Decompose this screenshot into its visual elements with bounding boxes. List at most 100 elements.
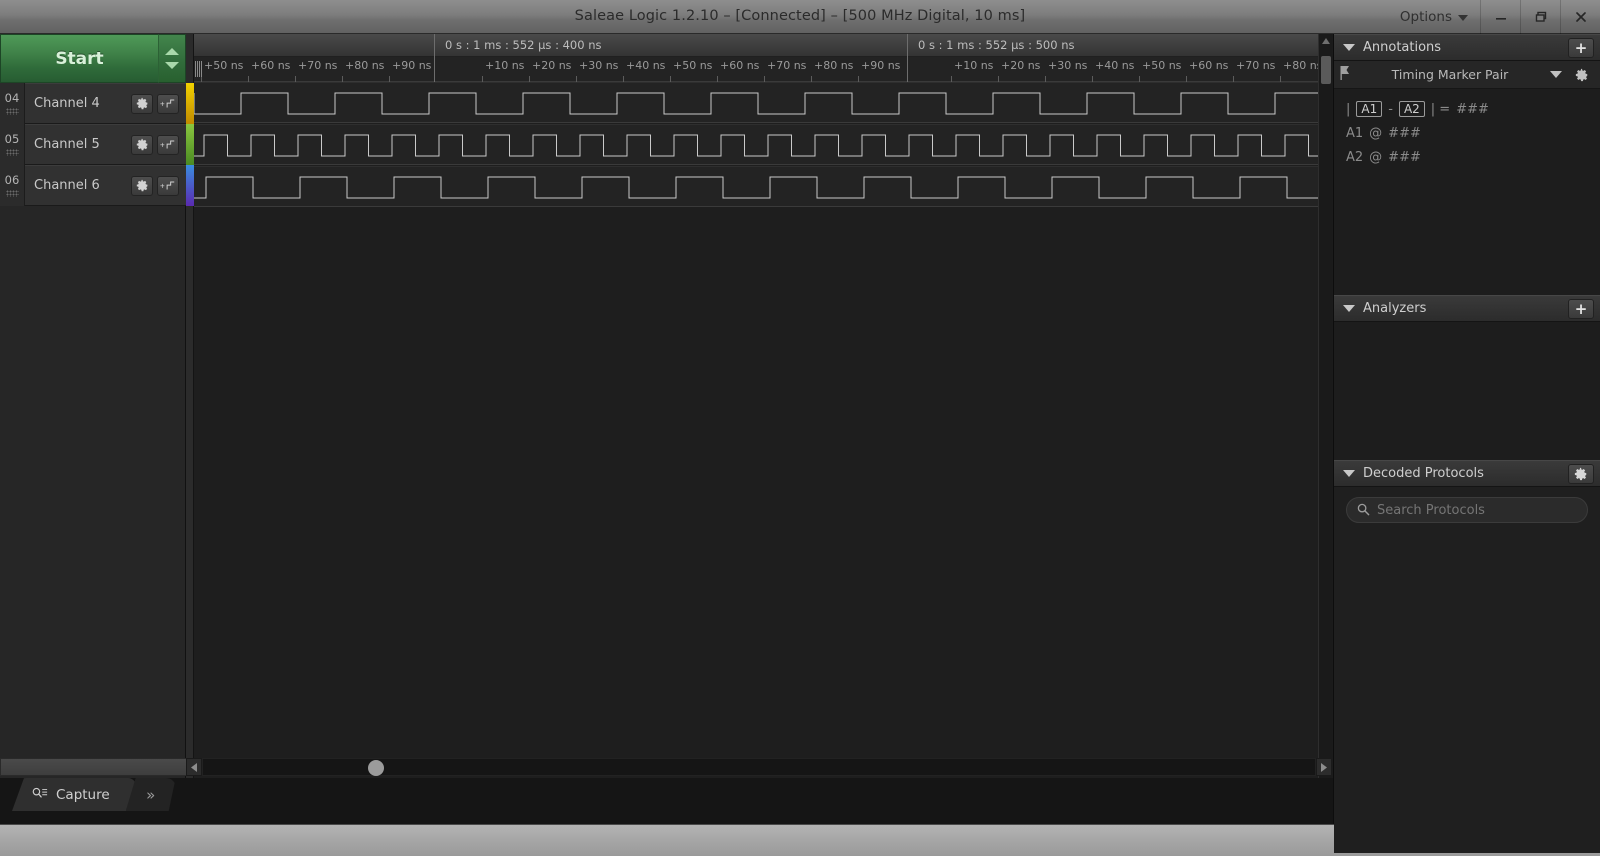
a1-at: @ [1369,126,1382,141]
ruler-drag-handle[interactable] [195,61,202,77]
a1-label: A1 [1346,126,1363,141]
marker-a1-row: A1 @ ### [1346,126,1600,141]
channel-add-trigger-button[interactable]: + [157,94,179,114]
timeline-ruler[interactable]: 0 s : 1 ms : 552 µs : 400 ns0 s : 1 ms :… [194,34,1332,82]
flag-icon [1340,66,1350,84]
tab-strip: Capture » [12,778,176,811]
marker-settings-button[interactable] [1572,65,1592,85]
marker-a1-key[interactable]: A1 [1356,101,1382,117]
collapse-caret-icon[interactable] [1343,470,1355,477]
channel-row-6[interactable]: 06 Channel 6 + [0,165,186,206]
start-capture-button[interactable]: Start [0,34,158,83]
saleae-logic-window: Saleae Logic 1.2.10 – [Connected] – [500… [0,0,1600,856]
annotations-header[interactable]: Annotations + [1334,34,1600,61]
search-input[interactable] [1377,503,1577,518]
timeline-tick-labels: +50 ns+60 ns+70 ns+80 ns+90 ns+10 ns+20 … [194,57,1332,82]
timeline-major-divider [907,57,908,82]
scroll-right-button[interactable] [1316,758,1332,776]
svg-text:+: + [160,140,165,149]
channel-number-cell: 05 [0,124,25,165]
channel-color-swatch-5 [186,124,194,165]
channel-settings-button[interactable] [131,176,153,196]
close-button[interactable] [1560,0,1600,34]
title-bar: Saleae Logic 1.2.10 – [Connected] – [500… [0,0,1600,34]
window-controls [1480,0,1600,34]
add-analyzer-button[interactable]: + [1568,299,1594,319]
window-title: Saleae Logic 1.2.10 – [Connected] – [500… [0,0,1600,34]
channel-number: 04 [5,92,20,105]
drag-handle-icon[interactable] [6,190,19,197]
tab-capture-label: Capture [56,787,110,803]
channel-row-4[interactable]: 04 Channel 4 + [0,83,186,124]
search-icon [1357,501,1370,520]
protocol-search-wrap [1334,487,1600,533]
marker-delta-row: | A1 - A2 | = ### [1346,101,1600,117]
scroll-up-icon[interactable] [1319,34,1333,48]
a2-value: ### [1388,150,1421,165]
marker-a2-row: A2 @ ### [1346,150,1600,165]
collapse-caret-icon[interactable] [1343,44,1355,51]
scroll-left-button[interactable] [186,758,202,776]
annotations-empty-space [1334,235,1600,295]
horizontal-scroll-thumb[interactable] [368,760,384,776]
decoded-protocols-settings-button[interactable] [1568,464,1594,484]
annotations-body: | A1 - A2 | = ### A1 @ ### A2 @ ### [1334,89,1600,235]
timing-marker-pair-row[interactable]: Timing Marker Pair [1334,61,1600,89]
waveform-lanes[interactable] [194,82,1332,778]
tab-capture[interactable]: Capture [12,778,136,811]
right-sidebar: Annotations + Timing Marker Pair | A1 - … [1333,34,1600,824]
delta-op: - [1388,102,1393,117]
delta-prefix: | [1346,102,1350,117]
options-menu-button[interactable]: Options [1388,0,1480,34]
channel-panel: Start 04 Channel 4 + [0,34,186,778]
protocol-search-box[interactable] [1346,497,1588,523]
channel-number: 06 [5,174,20,187]
channel-color-swatch-6 [186,165,194,206]
channel-add-trigger-button[interactable]: + [157,176,179,196]
chevron-down-icon[interactable] [165,62,179,69]
scroll-left-pad [0,758,186,776]
waveform-lane[interactable] [194,124,1332,165]
decoded-protocols-list [1334,533,1600,853]
channel-settings-button[interactable] [131,94,153,114]
waveform-vertical-scrollbar[interactable] [1318,34,1332,778]
a2-label: A2 [1346,150,1363,165]
waveform-lane[interactable] [194,82,1332,123]
chevron-up-icon[interactable] [165,48,179,55]
marker-a2-key[interactable]: A2 [1399,101,1425,117]
waveform-trace [194,125,1332,166]
a2-at: @ [1369,150,1382,165]
timing-marker-pair-label: Timing Marker Pair [1356,67,1544,82]
chevron-down-icon [1458,15,1468,21]
start-row: Start [0,34,186,83]
trigger-color-column [186,34,194,778]
channel-add-trigger-button[interactable]: + [157,135,179,155]
channel-label: Channel 5 [25,137,131,152]
collapse-caret-icon[interactable] [1343,305,1355,312]
analyzers-title: Analyzers [1363,301,1560,316]
channel-settings-button[interactable] [131,135,153,155]
restore-button[interactable] [1520,0,1560,34]
drag-handle-icon[interactable] [6,108,19,115]
delta-value: ### [1456,102,1489,117]
horizontal-scroll-track[interactable] [202,758,1316,776]
a1-value: ### [1388,126,1421,141]
chevron-down-icon[interactable] [1550,71,1562,78]
add-annotation-button[interactable]: + [1568,38,1594,58]
decoded-protocols-title: Decoded Protocols [1363,466,1560,481]
analyzers-header[interactable]: Analyzers + [1334,295,1600,322]
drag-handle-icon[interactable] [6,149,19,156]
channel-row-5[interactable]: 05 Channel 5 + [0,124,186,165]
decoded-protocols-header[interactable]: Decoded Protocols [1334,460,1600,487]
minimize-button[interactable] [1480,0,1520,34]
waveform-area[interactable]: 0 s : 1 ms : 552 µs : 400 ns0 s : 1 ms :… [186,34,1332,778]
capture-settings-spinner[interactable] [158,34,186,83]
waveform-lane[interactable] [194,166,1332,207]
options-label: Options [1400,9,1452,25]
vertical-scroll-thumb[interactable] [1321,56,1331,84]
svg-text:+: + [160,181,165,190]
horizontal-scroll-region[interactable] [0,758,1332,778]
delta-suffix: | = [1431,102,1450,117]
waveform-trace [194,83,1332,124]
channel-number: 05 [5,133,20,146]
